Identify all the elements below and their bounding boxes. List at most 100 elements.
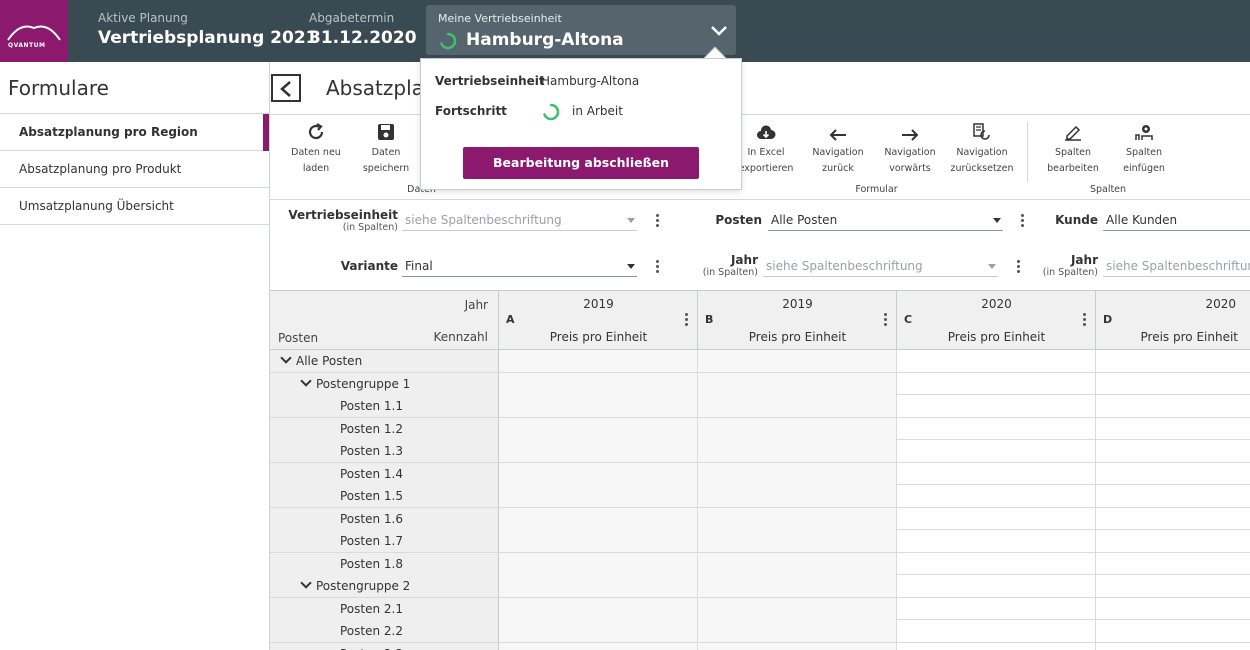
data-cell[interactable]	[897, 642, 1096, 650]
data-cell[interactable]	[698, 417, 897, 440]
data-cell[interactable]	[1096, 553, 1250, 575]
row-header-cell[interactable]: Alle Posten	[270, 350, 499, 372]
data-cell[interactable]	[698, 440, 897, 462]
data-cell[interactable]	[1096, 643, 1250, 650]
column-menu-icon[interactable]	[884, 313, 888, 328]
data-cell[interactable]	[1096, 620, 1250, 642]
data-cell[interactable]	[698, 530, 897, 552]
data-cell[interactable]	[698, 597, 897, 620]
data-cell[interactable]	[897, 462, 1096, 485]
data-cell[interactable]	[897, 597, 1096, 620]
grid-column-c[interactable]: 2020 C Preis pro Einheit	[897, 291, 1096, 350]
data-cell[interactable]	[1096, 373, 1250, 395]
data-cell[interactable]	[897, 485, 1096, 507]
row-header-cell[interactable]: Postengruppe 1	[270, 372, 499, 395]
data-cell[interactable]	[698, 507, 897, 530]
data-cell[interactable]	[1096, 485, 1250, 507]
data-cell[interactable]	[499, 552, 698, 575]
data-cell[interactable]	[499, 620, 698, 642]
data-cell[interactable]	[499, 507, 698, 530]
data-cell[interactable]	[897, 530, 1096, 552]
app-logo[interactable]: QVANTUM	[0, 0, 68, 62]
data-cell[interactable]	[698, 620, 897, 642]
filter-posten-menu-icon[interactable]	[1021, 214, 1025, 229]
reload-data-button[interactable]: Daten neu laden	[288, 120, 344, 177]
filter-jahr-select[interactable]: siehe Spaltenbeschriftung	[763, 257, 998, 277]
save-data-button[interactable]: Daten speichern	[358, 120, 414, 177]
data-cell[interactable]	[897, 620, 1096, 642]
filter-jahr-menu-icon[interactable]	[1017, 260, 1021, 275]
chevron-down-icon[interactable]	[300, 577, 312, 589]
data-cell[interactable]	[499, 417, 698, 440]
data-cell[interactable]	[698, 395, 897, 417]
data-cell[interactable]	[698, 485, 897, 507]
data-cell[interactable]	[1096, 508, 1250, 530]
grid-column-a[interactable]: 2019 A Preis pro Einheit	[499, 291, 698, 350]
column-menu-icon[interactable]	[1083, 313, 1087, 328]
data-cell[interactable]	[897, 575, 1096, 597]
data-cell[interactable]	[1096, 418, 1250, 440]
column-menu-icon[interactable]	[685, 313, 689, 328]
nav-reset-button[interactable]: Navigation zurücksetzen	[948, 120, 1016, 177]
data-cell[interactable]	[897, 395, 1096, 417]
data-cell[interactable]	[1096, 575, 1250, 597]
data-cell[interactable]	[499, 462, 698, 485]
data-cell[interactable]	[499, 642, 698, 650]
sidebar-item-umsatzplanung[interactable]: Umsatzplanung Übersicht	[0, 188, 269, 225]
row-label: Posten 2.1	[340, 601, 403, 616]
data-cell[interactable]	[499, 372, 698, 395]
row-header-cell[interactable]: Postengruppe 2	[270, 575, 499, 597]
insertcol-label-2: einfügen	[1123, 163, 1165, 174]
data-cell[interactable]	[897, 372, 1096, 395]
grid-column-d[interactable]: 2020 D Preis pro Einheit	[1096, 291, 1250, 350]
data-cell[interactable]	[698, 462, 897, 485]
sales-unit-dropdown[interactable]: Meine Vertriebseinheit Hamburg-Altona	[426, 5, 736, 55]
data-cell[interactable]	[698, 350, 897, 372]
data-cell[interactable]	[1096, 530, 1250, 552]
chevron-down-icon[interactable]	[300, 374, 312, 387]
back-button[interactable]	[271, 74, 301, 102]
data-cell[interactable]	[499, 440, 698, 462]
filter-unit-menu-icon[interactable]	[656, 214, 660, 229]
data-cell[interactable]	[1096, 463, 1250, 485]
filter-posten-select[interactable]: Alle Posten	[768, 211, 1003, 231]
data-cell[interactable]	[897, 552, 1096, 575]
chevron-down-icon[interactable]	[710, 25, 728, 37]
data-cell[interactable]	[897, 350, 1096, 372]
data-cell[interactable]	[698, 372, 897, 395]
filter-unit-select[interactable]: siehe Spaltenbeschriftung	[402, 211, 637, 231]
filter-variant-menu-icon[interactable]	[656, 260, 660, 275]
chevron-down-icon[interactable]	[280, 352, 292, 364]
filter-jahr2-select[interactable]: siehe Spaltenbeschriftung	[1103, 257, 1250, 277]
data-cell[interactable]	[1096, 440, 1250, 462]
filter-kunde-select[interactable]: Alle Kunden	[1103, 211, 1250, 231]
data-cell[interactable]	[897, 440, 1096, 462]
data-cell[interactable]	[499, 575, 698, 597]
data-cell[interactable]	[698, 552, 897, 575]
sidebar-item-absatzplanung-region[interactable]: Absatzplanung pro Region	[0, 114, 269, 151]
nav-back-button[interactable]: Navigation zurück	[808, 120, 868, 177]
data-cell[interactable]	[897, 417, 1096, 440]
save-icon	[378, 124, 394, 140]
data-cell[interactable]	[1096, 598, 1250, 620]
data-cell[interactable]	[499, 530, 698, 552]
data-cell[interactable]	[897, 507, 1096, 530]
navback-label-2: zurück	[822, 163, 854, 174]
data-cell[interactable]	[1096, 395, 1250, 417]
data-cell[interactable]	[698, 642, 897, 650]
nav-forward-button[interactable]: Navigation vorwärts	[880, 120, 940, 177]
data-cell[interactable]	[499, 395, 698, 417]
row-label: Posten 1.6	[340, 511, 403, 526]
edit-columns-button[interactable]: Spalten bearbeiten	[1044, 120, 1102, 177]
excel-export-button[interactable]: In Excel exportieren	[737, 120, 795, 177]
data-cell[interactable]	[499, 597, 698, 620]
data-cell[interactable]	[499, 485, 698, 507]
filter-variant-select[interactable]: Final	[402, 257, 637, 277]
grid-column-b[interactable]: 2019 B Preis pro Einheit	[698, 291, 897, 350]
insert-columns-button[interactable]: Spalten einfügen	[1116, 120, 1172, 177]
data-cell[interactable]	[698, 575, 897, 597]
data-cell[interactable]	[499, 350, 698, 372]
finish-editing-button[interactable]: Bearbeitung abschließen	[463, 147, 699, 179]
sidebar-item-absatzplanung-produkt[interactable]: Absatzplanung pro Produkt	[0, 151, 269, 188]
data-cell[interactable]	[1096, 350, 1250, 372]
